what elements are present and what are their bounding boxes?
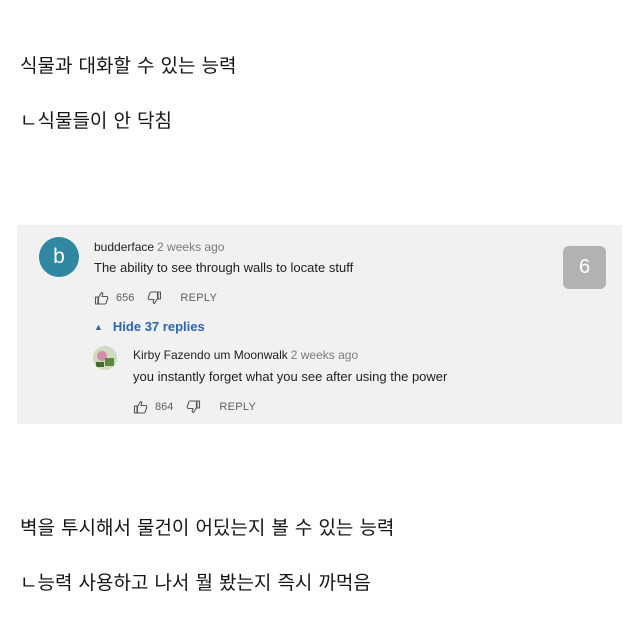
comment-screenshot: b budderface 2 weeks ago The ability to s… [17, 225, 622, 424]
reply-header: Kirby Fazendo um Moonwalk 2 weeks ago [133, 348, 358, 362]
reply-button[interactable]: REPLY [180, 292, 217, 304]
reply-actions: 864 REPLY [133, 398, 256, 416]
reply-button[interactable]: REPLY [219, 401, 256, 413]
comment-text: The ability to see through walls to loca… [94, 260, 354, 275]
post-line-4: ㄴ능력 사용하고 나서 뭘 봤는지 즉시 까먹음 [20, 572, 371, 594]
comment-author[interactable]: budderface [94, 240, 154, 254]
post-line-3: 벽을 투시해서 물건이 어딨는지 볼 수 있는 능력 [20, 517, 395, 539]
comment-actions: 656 REPLY [94, 289, 217, 307]
thumbs-down-icon[interactable] [186, 400, 201, 414]
thumbs-up-icon[interactable] [133, 400, 148, 414]
thumbs-down-icon[interactable] [147, 291, 162, 305]
like-count: 656 [116, 292, 135, 304]
number-badge: 6 [563, 246, 606, 289]
hide-replies-label: Hide 37 replies [112, 319, 205, 334]
reply-author[interactable]: Kirby Fazendo um Moonwalk [133, 348, 288, 362]
like-count: 864 [155, 401, 174, 413]
reply-avatar[interactable] [93, 346, 117, 370]
reply-text: you instantly forget what you see after … [133, 369, 448, 384]
comment-time[interactable]: 2 weeks ago [157, 240, 224, 254]
avatar[interactable]: b [39, 237, 79, 277]
comment-header: budderface 2 weeks ago [94, 240, 224, 254]
reply-time[interactable]: 2 weeks ago [291, 348, 358, 362]
post-line-2: ㄴ식물들이 안 닥침 [20, 110, 172, 132]
hide-replies-toggle[interactable]: ▲ Hide 37 replies [94, 319, 205, 336]
thumbs-up-icon[interactable] [94, 291, 109, 305]
post-line-1: 식물과 대화할 수 있는 능력 [20, 55, 237, 77]
caret-up-icon: ▲ [94, 322, 103, 332]
